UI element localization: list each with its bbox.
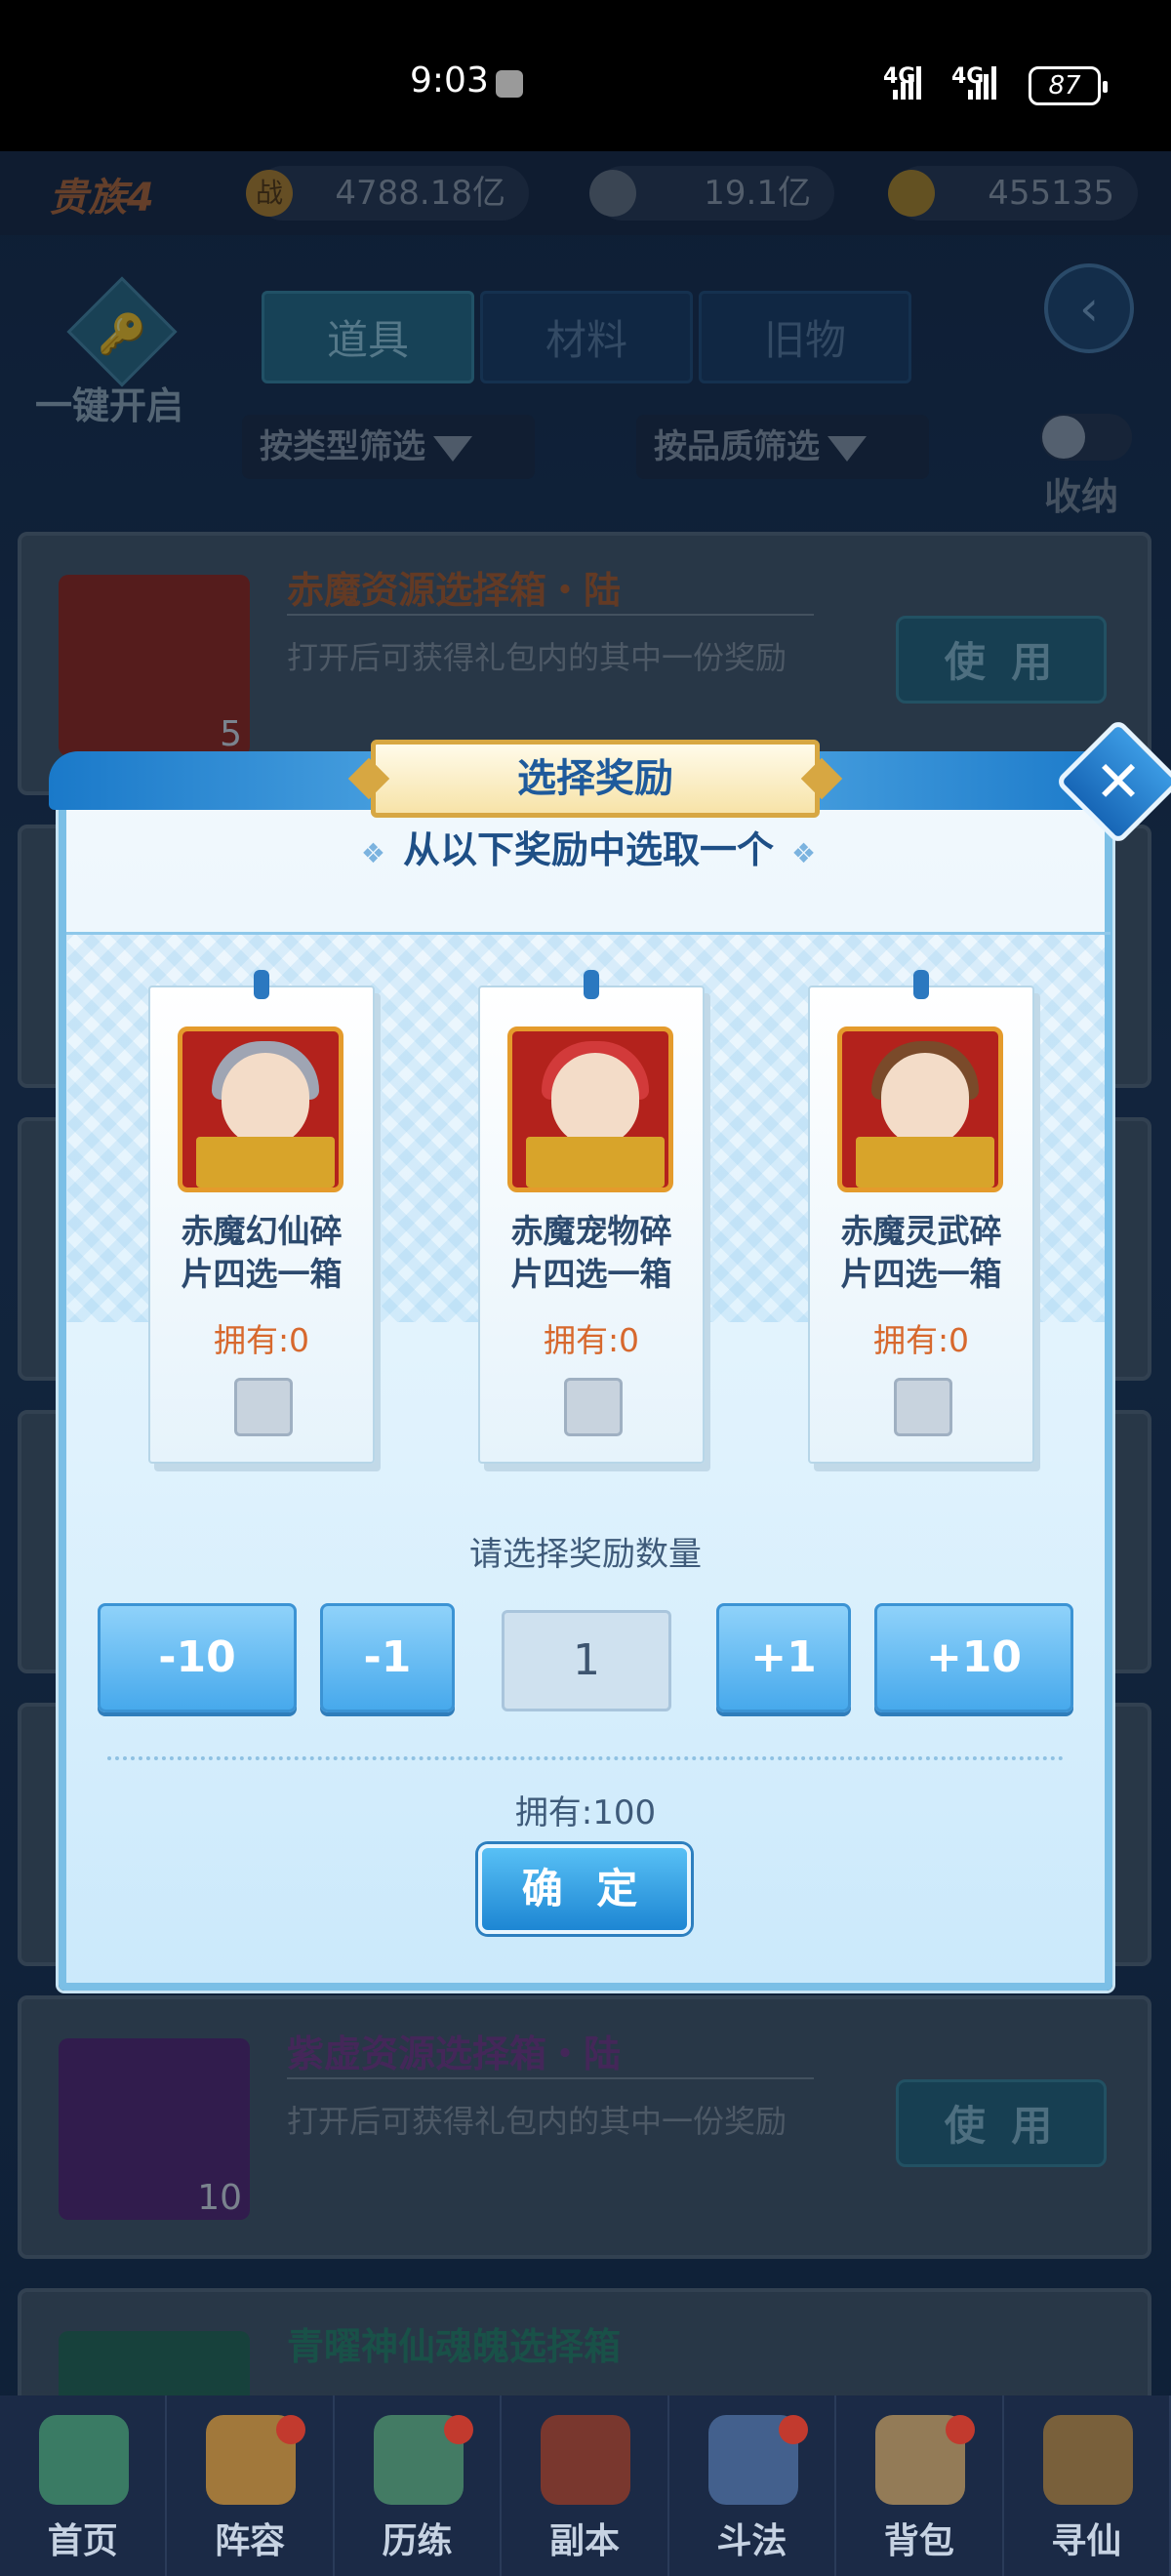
nav-label: 首页 — [47, 2521, 118, 2561]
reward-name-line2: 片四选一箱 — [510, 1255, 672, 1293]
nav-seek-immortal[interactable]: 寻仙 — [1004, 2395, 1171, 2576]
reward-checkbox[interactable] — [894, 1378, 952, 1436]
dialog-title: 选择奖励 — [517, 756, 673, 801]
reward-name-line1: 赤魔宠物碎 — [510, 1212, 672, 1250]
nav-training[interactable]: 历练 — [335, 2395, 503, 2576]
character-face — [222, 1053, 309, 1147]
status-bar: 9:03 4G 4G 87 — [0, 0, 1171, 151]
nav-dungeon[interactable]: 副本 — [502, 2395, 669, 2576]
notification-dot — [443, 2415, 473, 2444]
nav-lineup[interactable]: 阵容 — [167, 2395, 335, 2576]
notification-dot — [276, 2415, 306, 2444]
minus-10-button[interactable]: -10 — [98, 1603, 297, 1712]
nav-home[interactable]: 首页 — [0, 2395, 168, 2576]
dialog-title-plate: 选择奖励 — [371, 740, 820, 818]
signal-icon — [893, 60, 921, 100]
pin-icon — [913, 970, 929, 999]
reward-name: 赤魔宠物碎片四选一箱 — [480, 1210, 703, 1296]
reward-name: 赤魔灵武碎片四选一箱 — [810, 1210, 1032, 1296]
plus-10-button[interactable]: +10 — [874, 1603, 1073, 1712]
reward-chest-icon — [178, 1026, 343, 1192]
nav-label: 斗法 — [716, 2521, 787, 2561]
signal-icon — [968, 60, 996, 100]
nav-label: 副本 — [548, 2521, 620, 2561]
sparkle-icon: ❖ — [360, 837, 385, 869]
reward-name: 赤魔幻仙碎片四选一箱 — [150, 1210, 373, 1296]
close-icon: ✕ — [1094, 748, 1143, 815]
wechat-notification-icon — [496, 70, 523, 98]
clock: 9:03 — [410, 60, 489, 101]
chest-shape — [856, 1137, 994, 1187]
reward-card[interactable]: 赤魔宠物碎片四选一箱 拥有:0 — [478, 970, 705, 1464]
reward-checkbox[interactable] — [564, 1378, 623, 1436]
reward-chest-icon — [837, 1026, 1003, 1192]
nav-label: 阵容 — [215, 2521, 286, 2561]
plus-1-button[interactable]: +1 — [716, 1603, 851, 1712]
dungeon-icon — [541, 2415, 631, 2505]
confirm-button[interactable]: 确 定 — [478, 1844, 691, 1934]
owned-total: 拥有:100 — [514, 1793, 657, 1832]
notification-dot — [946, 2415, 976, 2444]
nav-label: 寻仙 — [1051, 2521, 1122, 2561]
nav-duel[interactable]: 斗法 — [669, 2395, 837, 2576]
minus-1-button[interactable]: -1 — [320, 1603, 455, 1712]
battery-icon: 87 — [1029, 66, 1108, 105]
reward-chest-icon — [507, 1026, 673, 1192]
prompt-text: 从以下奖励中选取一个 — [402, 828, 774, 871]
reward-card[interactable]: 赤魔幻仙碎片四选一箱 拥有:0 — [148, 970, 375, 1464]
select-reward-dialog: 选择奖励 ✕ ❖ 从以下奖励中选取一个 ❖ 赤魔幻仙碎片四选一箱 拥有:0 赤魔宠物… — [49, 717, 1171, 1991]
reward-name-line2: 片四选一箱 — [181, 1255, 343, 1293]
reward-owned: 拥有:0 — [213, 1321, 310, 1359]
chest-shape — [196, 1137, 335, 1187]
dotted-divider — [107, 1756, 1064, 1760]
chest-shape — [526, 1137, 665, 1187]
nav-backpack[interactable]: 背包 — [836, 2395, 1004, 2576]
sparkle-icon: ❖ — [791, 837, 817, 869]
reward-name-line1: 赤魔灵武碎 — [840, 1212, 1002, 1250]
character-face — [551, 1053, 639, 1147]
quantity-input[interactable]: 1 — [502, 1610, 671, 1711]
pin-icon — [254, 970, 269, 999]
reward-checkbox[interactable] — [234, 1378, 293, 1436]
nav-label: 背包 — [883, 2521, 954, 2561]
reward-card[interactable]: 赤魔灵武碎片四选一箱 拥有:0 — [808, 970, 1034, 1464]
home-icon — [39, 2415, 129, 2505]
reward-owned: 拥有:0 — [872, 1321, 970, 1359]
quantity-label: 请选择奖励数量 — [469, 1535, 702, 1574]
notification-dot — [778, 2415, 808, 2444]
reward-owned: 拥有:0 — [543, 1321, 640, 1359]
reward-name-line2: 片四选一箱 — [840, 1255, 1002, 1293]
pin-icon — [584, 970, 599, 999]
reward-name-line1: 赤魔幻仙碎 — [181, 1212, 343, 1250]
character-face — [881, 1053, 969, 1147]
dialog-prompt: ❖ 从以下奖励中选取一个 ❖ — [66, 820, 1110, 873]
nav-label: 历练 — [382, 2521, 453, 2561]
scroll-icon — [1042, 2415, 1133, 2505]
bottom-nav: 首页 阵容 历练 副本 斗法 背包 寻仙 — [0, 2395, 1171, 2576]
